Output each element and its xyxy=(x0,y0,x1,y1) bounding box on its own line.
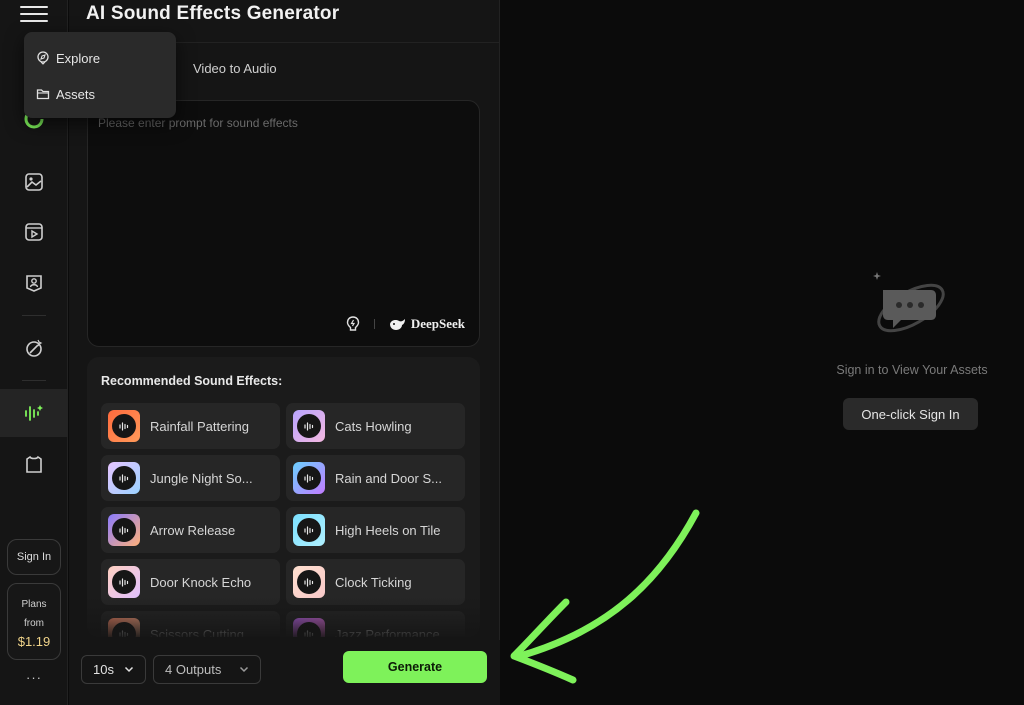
menu-item-assets-label: Assets xyxy=(56,86,96,102)
character-icon xyxy=(26,275,42,292)
tab-video-to-audio[interactable]: Video to Audio xyxy=(193,61,277,76)
outputs-value: 4 Outputs xyxy=(165,662,222,677)
nav-dropdown-menu: Explore Assets xyxy=(24,32,176,118)
inspiration-bulb-icon[interactable] xyxy=(346,316,360,332)
sound-effect-label: Door Knock Echo xyxy=(150,574,252,590)
more-options-icon[interactable]: ··· xyxy=(0,670,68,685)
sound-wave-icon xyxy=(119,526,129,535)
sound-thumbnail xyxy=(108,462,140,494)
image-icon xyxy=(25,173,43,191)
recommended-sound-effects: Recommended Sound Effects: Rainfall Patt… xyxy=(87,357,480,637)
sound-thumbnail xyxy=(293,618,325,637)
recommended-grid: Rainfall Pattering Cats Howling Jungle Nig… xyxy=(101,403,467,637)
sound-wave-icon xyxy=(304,474,314,483)
magic-wand-icon xyxy=(26,339,43,357)
sound-wave-icon xyxy=(119,578,129,587)
sound-thumbnail xyxy=(293,410,325,442)
sound-effect-item[interactable]: Rain and Door S... xyxy=(286,455,465,501)
recommended-title: Recommended Sound Effects: xyxy=(101,374,283,388)
sound-effect-item[interactable]: Clock Ticking xyxy=(286,559,465,605)
sound-effect-label: Rainfall Pattering xyxy=(150,418,249,434)
rail-item-sound-effects[interactable] xyxy=(0,389,68,437)
folder-icon xyxy=(36,89,50,100)
plans-label: Plans xyxy=(21,599,47,610)
sound-effect-item[interactable]: Jungle Night So... xyxy=(101,455,280,501)
video-icon xyxy=(25,223,43,241)
chat-bubble-illustration-icon xyxy=(873,272,945,333)
assets-panel: Sign in to View Your Assets One-click Si… xyxy=(501,0,1024,705)
deepseek-label: DeepSeek xyxy=(410,316,465,331)
sound-thumbnail xyxy=(293,514,325,546)
prompt-input[interactable] xyxy=(98,116,468,296)
generate-button[interactable]: Generate xyxy=(343,651,487,683)
menu-item-explore[interactable]: Explore xyxy=(24,40,176,76)
sound-effect-label: High Heels on Tile xyxy=(335,522,441,538)
plans-card[interactable]: Plans from $1.19 xyxy=(7,583,61,660)
sound-thumbnail xyxy=(108,618,140,637)
sound-thumbnail xyxy=(108,514,140,546)
sound-thumbnail xyxy=(293,566,325,598)
sound-wave-icon xyxy=(119,422,129,431)
sound-wave-icon xyxy=(119,630,129,637)
sound-effect-label: Clock Ticking xyxy=(335,574,412,590)
menu-item-assets[interactable]: Assets xyxy=(24,76,176,112)
sound-effect-label: Jazz Performance xyxy=(335,626,440,638)
plans-from-label: from xyxy=(24,618,44,629)
sound-effect-label: Arrow Release xyxy=(150,522,236,538)
sound-thumbnail xyxy=(108,566,140,598)
sound-effect-item[interactable]: Scissors Cutting xyxy=(101,611,280,637)
rail-item-avatar[interactable] xyxy=(0,259,68,307)
sound-effect-item[interactable]: Door Knock Echo xyxy=(101,559,280,605)
menu-item-explore-label: Explore xyxy=(56,50,101,66)
sound-effect-item[interactable]: Arrow Release xyxy=(101,507,280,553)
sound-effect-label: Rain and Door S... xyxy=(335,470,442,486)
sound-effect-item[interactable]: Cats Howling xyxy=(286,403,465,449)
duration-select[interactable]: 10s xyxy=(81,655,146,684)
deepseek-toggle[interactable]: DeepSeek xyxy=(389,316,465,332)
sound-thumbnail xyxy=(293,462,325,494)
explore-icon xyxy=(37,51,49,65)
sound-wave-icon xyxy=(304,526,314,535)
deepseek-whale-icon xyxy=(389,318,405,330)
chevron-down-icon xyxy=(239,666,249,673)
sound-effect-item[interactable]: Jazz Performance xyxy=(286,611,465,637)
rail-item-image[interactable] xyxy=(0,158,68,206)
sound-effect-label: Jungle Night So... xyxy=(150,470,253,486)
sound-effect-label: Scissors Cutting xyxy=(150,626,244,638)
rail-item-effects[interactable] xyxy=(0,324,68,372)
prompt-box: DeepSeek xyxy=(87,100,480,347)
hamburger-menu-icon[interactable] xyxy=(20,3,48,25)
sound-wave-icon xyxy=(304,630,314,637)
rail-item-apparel[interactable] xyxy=(0,441,68,489)
sound-effect-item[interactable]: Rainfall Pattering xyxy=(101,403,280,449)
sound-wave-icon xyxy=(304,578,314,587)
plans-price: $1.19 xyxy=(17,634,51,649)
chevron-down-icon xyxy=(124,666,134,673)
generate-footer: 10s 4 Outputs Generate xyxy=(69,640,500,705)
sound-thumbnail xyxy=(108,410,140,442)
sign-in-button[interactable]: Sign In xyxy=(7,539,61,575)
one-click-sign-in-button[interactable]: One-click Sign In xyxy=(843,398,978,430)
shirt-icon xyxy=(26,455,42,473)
sound-effect-label: Cats Howling xyxy=(335,418,412,434)
sound-wave-icon xyxy=(304,422,314,431)
empty-state-text: Sign in to View Your Assets xyxy=(836,363,988,377)
sound-wave-icon xyxy=(119,474,129,483)
outputs-select[interactable]: 4 Outputs xyxy=(153,655,261,684)
rail-item-video[interactable] xyxy=(0,208,68,256)
page-title: AI Sound Effects Generator xyxy=(86,3,340,24)
sound-wave-icon xyxy=(25,405,43,421)
prompt-tools: DeepSeek xyxy=(346,316,465,332)
duration-value: 10s xyxy=(93,662,114,677)
sound-effect-item[interactable]: High Heels on Tile xyxy=(286,507,465,553)
